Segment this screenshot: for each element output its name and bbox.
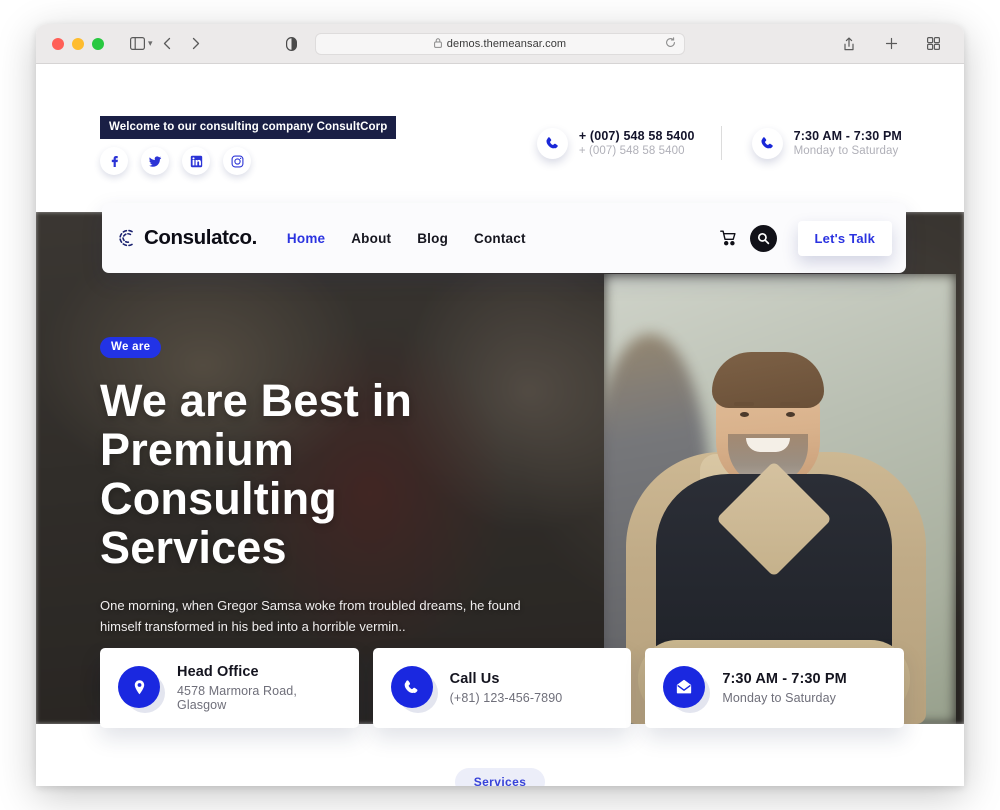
main-navigation: Consulatco. Home About Blog Contact Let'… <box>102 203 906 273</box>
nav-actions: Let's Talk <box>719 220 892 256</box>
nav-item-contact[interactable]: Contact <box>474 231 526 246</box>
hero-title-line-3: Services <box>100 522 287 573</box>
toolbar-actions <box>836 32 946 56</box>
info-card-call-us[interactable]: Call Us (+81) 123-456-7890 <box>372 648 632 728</box>
sidebar-toggle-icon[interactable] <box>124 32 150 56</box>
site-logo[interactable]: Consulatco. <box>116 226 257 250</box>
reload-icon[interactable] <box>665 35 676 53</box>
hero-title: We are Best in Premium Consulting Servic… <box>100 376 540 572</box>
contact-phone-main: + (007) 548 58 5400 <box>578 129 695 143</box>
window-controls[interactable] <box>52 37 104 50</box>
hero-title-line-1: We are Best in <box>100 375 413 426</box>
info-card-subtitle: (+81) 123-456-7890 <box>449 691 563 705</box>
lets-talk-button[interactable]: Let's Talk <box>797 220 892 256</box>
nav-item-blog[interactable]: Blog <box>417 231 448 246</box>
info-card-hours[interactable]: 7:30 AM - 7:30 PM Monday to Saturday <box>645 648 905 728</box>
facebook-icon[interactable] <box>100 147 128 175</box>
hero-paragraph: One morning, when Gregor Samsa woke from… <box>100 598 521 634</box>
instagram-icon[interactable] <box>223 147 251 175</box>
nav-links: Home About Blog Contact <box>287 231 526 246</box>
search-icon[interactable] <box>749 224 777 252</box>
nav-item-about[interactable]: About <box>351 231 391 246</box>
chevron-down-icon[interactable]: ▾ <box>148 38 153 49</box>
address-bar[interactable]: demos.themeansar.com <box>315 32 685 55</box>
maximize-window-button[interactable] <box>92 37 104 50</box>
site-topbar: Welcome to our consulting company Consul… <box>36 64 964 175</box>
share-icon[interactable] <box>836 32 862 56</box>
reader-mode-icon[interactable] <box>279 32 305 56</box>
services-badge: Services <box>454 768 546 786</box>
linkedin-icon[interactable] <box>182 147 210 175</box>
info-card-subtitle: Monday to Saturday <box>722 691 837 705</box>
hero-title-line-2: Premium Consulting <box>100 424 337 524</box>
url-text: demos.themeansar.com <box>446 37 567 50</box>
twitter-icon[interactable] <box>141 147 169 175</box>
lock-icon <box>433 35 442 53</box>
minimize-window-button[interactable] <box>72 37 84 50</box>
logo-text: Consulatco. <box>144 226 257 249</box>
phone-icon <box>536 127 568 159</box>
info-card-title: 7:30 AM - 7:30 PM <box>722 671 847 687</box>
info-card-title: Call Us <box>449 671 500 687</box>
info-cards: Head Office 4578 Marmora Road, Glasgow C… <box>100 648 905 728</box>
browser-toolbar: ▾ demos.themeansar.com <box>36 24 964 64</box>
info-card-subtitle: 4578 Marmora Road, Glasgow <box>177 684 297 712</box>
back-arrow-icon[interactable] <box>155 32 181 56</box>
close-window-button[interactable] <box>52 37 64 50</box>
website-page: Welcome to our consulting company Consul… <box>36 64 964 786</box>
phone-icon <box>390 666 433 708</box>
plus-icon[interactable] <box>878 32 904 56</box>
welcome-banner: Welcome to our consulting company Consul… <box>100 116 397 139</box>
navigation-controls: ▾ <box>124 32 209 56</box>
contact-info-group: + (007) 548 58 5400 + (007) 548 58 5400 … <box>536 126 902 160</box>
info-card-head-office[interactable]: Head Office 4578 Marmora Road, Glasgow <box>100 648 359 728</box>
hero-badge: We are <box>100 337 162 358</box>
contact-hours-sub: Monday to Saturday <box>793 145 899 157</box>
contact-phone[interactable]: + (007) 548 58 5400 + (007) 548 58 5400 <box>536 127 721 159</box>
social-links <box>100 147 251 175</box>
services-section: Services We Create Digital Opportunities <box>36 724 964 786</box>
phone-icon <box>751 127 783 159</box>
shopping-cart-icon[interactable] <box>719 230 737 246</box>
forward-arrow-icon[interactable] <box>183 32 209 56</box>
contact-hours-main: 7:30 AM - 7:30 PM <box>793 129 902 143</box>
browser-window: ▾ demos.themeansar.com Welcome to our co… <box>36 24 964 786</box>
logo-circle-icon <box>116 227 138 249</box>
contact-hours[interactable]: 7:30 AM - 7:30 PM Monday to Saturday <box>722 127 902 159</box>
tab-overview-icon[interactable] <box>920 32 946 56</box>
nav-item-home[interactable]: Home <box>287 231 325 246</box>
info-card-title: Head Office <box>177 664 259 680</box>
hero-content: We are We are Best in Premium Consulting… <box>100 337 540 700</box>
contact-phone-sub: + (007) 548 58 5400 <box>578 145 685 157</box>
location-pin-icon <box>118 666 160 708</box>
